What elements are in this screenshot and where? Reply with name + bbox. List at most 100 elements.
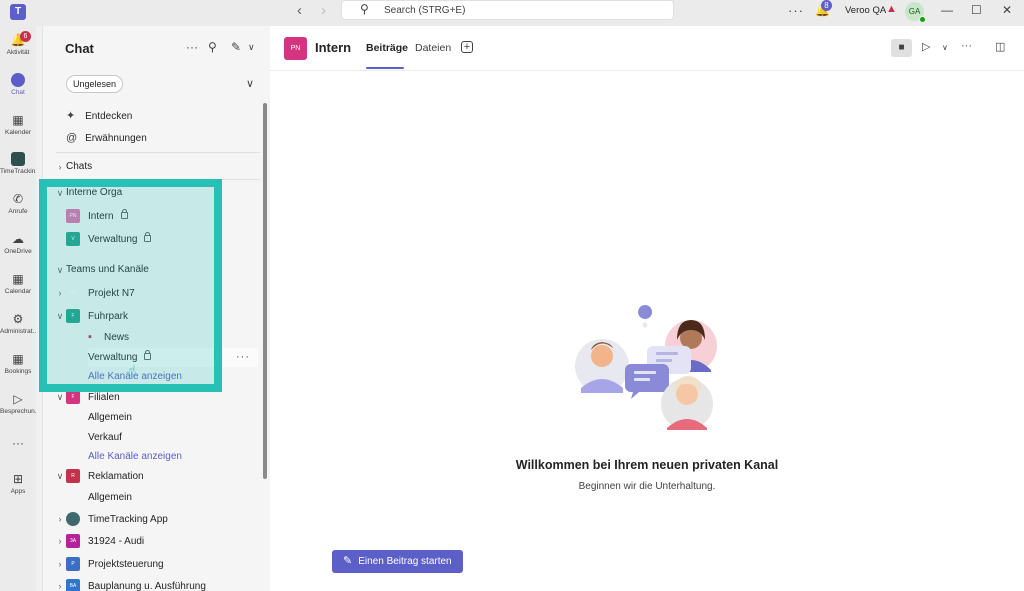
chevron-right-icon: › xyxy=(58,559,62,569)
rail-item-administration[interactable]: ⚙ Administrat... xyxy=(0,307,36,345)
rail-label: Kalender xyxy=(4,129,32,136)
notification-badge: 8 xyxy=(821,0,832,11)
chat-icon xyxy=(11,73,25,87)
team-avatar: R xyxy=(66,469,80,483)
channel-avatar: PN xyxy=(284,37,307,60)
compose-icon: ✎ xyxy=(343,555,353,567)
rail-item-apps[interactable]: ⊞ Apps xyxy=(0,467,36,505)
section-label: Chats xyxy=(66,161,93,172)
search-icon[interactable]: ⚲ xyxy=(208,40,217,54)
activity-badge: 6 xyxy=(20,31,31,42)
team-avatar: BA xyxy=(66,579,80,591)
welcome-subtitle: Beginnen wir die Unterhaltung. xyxy=(578,481,716,492)
chevron-right-icon: › xyxy=(58,514,62,524)
sidebar-item-label: Erwähnungen xyxy=(85,133,147,144)
maximize-button[interactable]: ☐ xyxy=(971,3,982,17)
chevron-right-icon: › xyxy=(58,162,62,172)
rail-item-calendar[interactable]: ▦ Calendar xyxy=(0,267,36,305)
rail-label: Administrat... xyxy=(0,328,36,335)
rail-label: Calendar xyxy=(4,288,32,295)
panel-toggle-icon[interactable]: ◫ xyxy=(995,40,1005,53)
channel-more-options-icon[interactable]: ··· xyxy=(236,351,250,363)
chevron-down-icon: ∨ xyxy=(56,392,64,402)
rail-item-timetracking[interactable]: TimeTrackin... xyxy=(0,147,36,185)
highlight-box xyxy=(39,179,222,392)
video-icon[interactable]: ▷ xyxy=(922,40,930,53)
filter-unread-button[interactable]: Ungelesen xyxy=(66,75,124,93)
team-bauplanung[interactable]: › BA Bauplanung u. Ausführung xyxy=(55,579,206,591)
rail-item-anrufe[interactable]: ✆ Anrufe xyxy=(0,187,36,225)
search-placeholder: Search (STRG+E) xyxy=(384,5,466,16)
cloud-icon: ☁ xyxy=(12,232,24,246)
rail-item-activity[interactable]: 🔔 6 Aktivität xyxy=(0,28,36,66)
rail-item-bookings[interactable]: ▦ Bookings xyxy=(0,347,36,385)
channel-allgemein[interactable]: Allgemein xyxy=(88,411,132,429)
title-bar: T ‹ › ⚲ Search (STRG+E) ··· 🔔 8 Veroo QA… xyxy=(0,0,1024,26)
at-icon: @ xyxy=(66,132,78,144)
team-label: Projektsteuerung xyxy=(88,558,164,570)
chevron-down-icon: ∨ xyxy=(56,471,64,481)
new-chat-icon[interactable]: ✎ xyxy=(231,40,241,54)
channel-allgemein[interactable]: Allgemein xyxy=(88,491,132,509)
chevron-down-icon[interactable]: ∨ xyxy=(248,42,255,53)
team-label: Bauplanung u. Ausführung xyxy=(88,580,206,591)
presence-status-icon xyxy=(919,16,926,23)
rail-item-besprechungen[interactable]: ▷ Besprechun... xyxy=(0,387,36,425)
divider xyxy=(56,152,260,153)
avatar[interactable]: GA xyxy=(905,2,926,23)
team-filialen[interactable]: ∨ F Filialen xyxy=(55,390,120,408)
close-button[interactable]: ✕ xyxy=(1002,3,1012,17)
rail-item-more[interactable]: ··· xyxy=(0,431,36,469)
active-tab-indicator xyxy=(366,67,404,69)
forward-button[interactable]: › xyxy=(321,2,326,19)
search-input[interactable]: ⚲ Search (STRG+E) xyxy=(341,0,674,20)
team-reklamation[interactable]: ∨ R Reklamation xyxy=(55,469,144,487)
show-all-channels-link[interactable]: Alle Kanäle anzeigen xyxy=(88,450,182,468)
section-chats[interactable]: › Chats xyxy=(55,160,93,178)
video-icon: ▷ xyxy=(13,392,23,406)
sidebar-scrollbar[interactable] xyxy=(263,103,267,479)
minimize-button[interactable]: — xyxy=(941,3,953,17)
team-audi[interactable]: › 3A 31924 - Audi xyxy=(55,534,144,552)
rail-label: TimeTrackin... xyxy=(0,168,36,175)
rail-item-chat[interactable]: Chat xyxy=(0,68,36,106)
collapse-chevron-icon[interactable]: ∨ xyxy=(246,77,254,90)
back-button[interactable]: ‹ xyxy=(297,2,302,19)
team-label: TimeTracking App xyxy=(88,513,168,525)
channel-label: Allgemein xyxy=(88,412,132,423)
lock-channel-button[interactable]: ■ xyxy=(891,39,912,57)
team-avatar: 3A xyxy=(66,534,80,548)
gear-icon: ⚙ xyxy=(12,312,24,326)
phone-icon: ✆ xyxy=(12,192,24,206)
rail-item-onedrive[interactable]: ☁ OneDrive xyxy=(0,227,36,265)
tab-beitraege[interactable]: Beiträge xyxy=(366,42,408,54)
more-options-button[interactable]: ··· xyxy=(788,3,804,18)
welcome-title: Willkommen bei Ihrem neuen privaten Kana… xyxy=(515,458,779,472)
warning-icon: ▲ xyxy=(886,3,897,15)
channel-title: Intern xyxy=(315,40,352,55)
calendar-icon: ▦ xyxy=(12,113,24,127)
team-avatar xyxy=(66,512,80,526)
search-icon: ⚲ xyxy=(360,2,369,16)
sidebar-item-discover[interactable]: ✦ Entdecken xyxy=(66,109,132,127)
rail-label: Besprechun... xyxy=(0,408,36,415)
hand-cursor-icon: ☝ xyxy=(128,362,137,378)
team-projektsteuerung[interactable]: › P Projektsteuerung xyxy=(55,557,164,575)
chevron-right-icon: › xyxy=(58,536,62,546)
teams-logo-icon: T xyxy=(10,4,26,20)
chevron-down-icon[interactable]: ∨ xyxy=(942,43,948,52)
more-icon: ··· xyxy=(12,436,24,450)
start-post-button[interactable]: ✎ Einen Beitrag starten xyxy=(332,550,463,573)
more-options-icon[interactable]: ··· xyxy=(186,40,198,54)
start-post-label: Einen Beitrag starten xyxy=(358,556,452,567)
add-tab-button[interactable]: + xyxy=(461,41,473,53)
channel-verkauf[interactable]: Verkauf xyxy=(88,431,122,449)
team-timetracking[interactable]: › TimeTracking App xyxy=(55,512,168,530)
tab-dateien[interactable]: Dateien xyxy=(415,42,451,54)
rail-item-kalender[interactable]: ▦ Kalender xyxy=(0,108,36,146)
link-label: Alle Kanäle anzeigen xyxy=(88,451,182,462)
org-name[interactable]: Veroo QA xyxy=(845,5,886,16)
app-rail: 🔔 6 Aktivität Chat ▦ Kalender TimeTracki… xyxy=(0,26,36,591)
sidebar-item-mentions[interactable]: @ Erwähnungen xyxy=(66,132,147,150)
more-options-icon[interactable]: ··· xyxy=(961,40,972,52)
